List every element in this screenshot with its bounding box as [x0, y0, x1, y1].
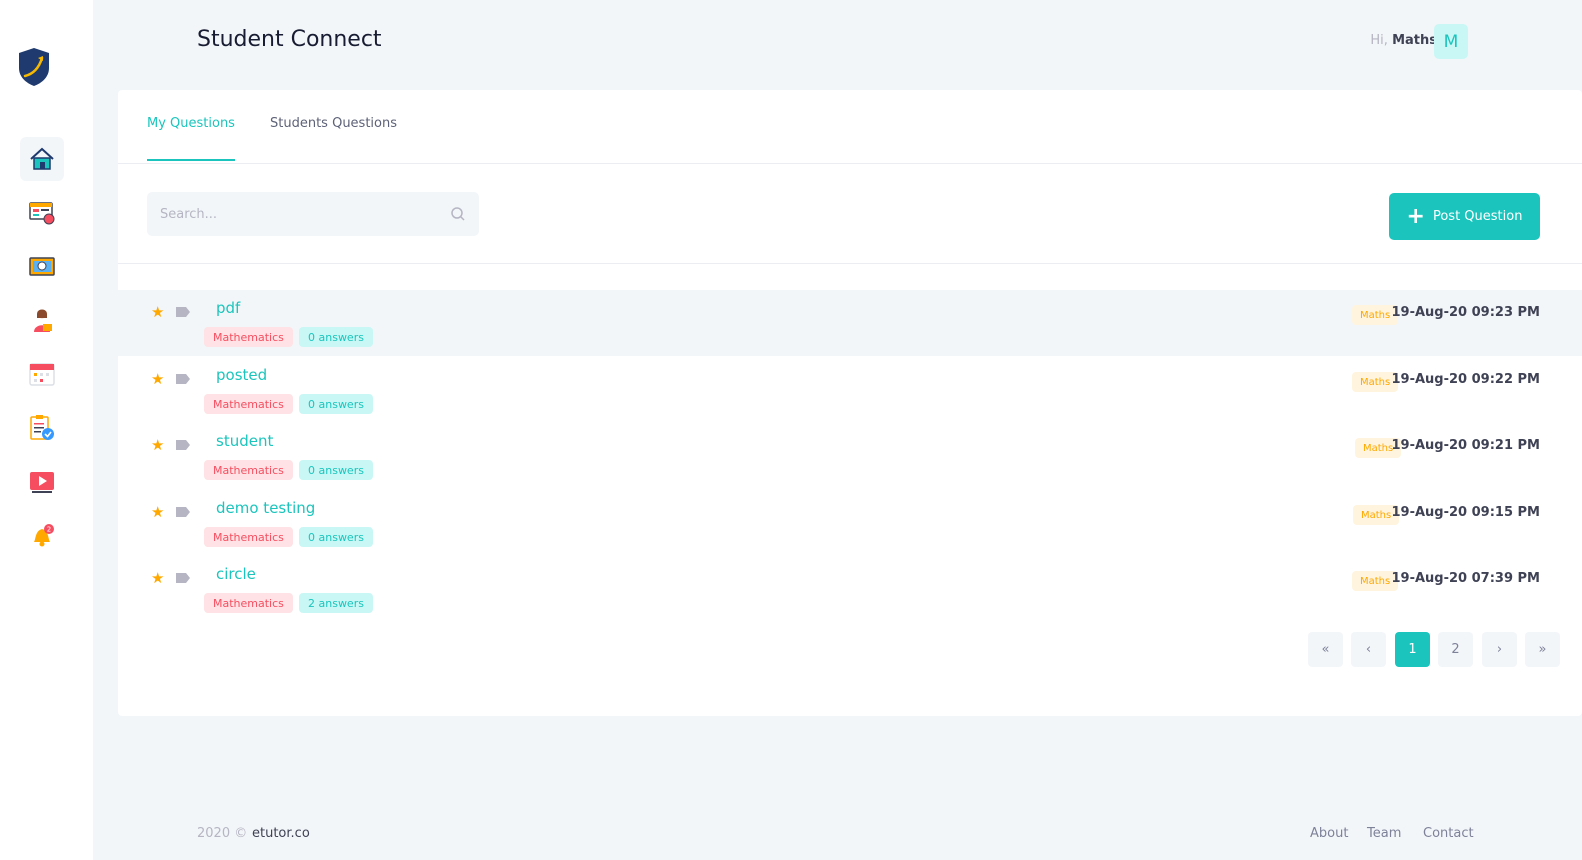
- star-icon[interactable]: ★: [151, 370, 164, 388]
- question-date: 19-Aug-20 09:23 PM: [1391, 305, 1541, 320]
- label-icon[interactable]: [176, 507, 190, 517]
- subject-badge: Mathematics: [204, 527, 293, 547]
- star-icon[interactable]: ★: [151, 303, 164, 321]
- question-row[interactable]: ★ circle Mathematics 2 answers Maths 19-…: [118, 556, 1582, 622]
- question-title[interactable]: demo testing: [216, 499, 315, 517]
- tutor-icon: [34, 309, 52, 332]
- label-icon[interactable]: [176, 573, 190, 583]
- question-row[interactable]: ★ demo testing Mathematics 0 answers Mat…: [118, 490, 1582, 556]
- subject-badge: Mathematics: [204, 593, 293, 613]
- nav-notifications[interactable]: 2: [20, 514, 64, 558]
- greeting-prefix: Hi,: [1370, 33, 1388, 48]
- footer-link-team[interactable]: Team: [1367, 826, 1401, 841]
- star-icon[interactable]: ★: [151, 569, 164, 587]
- post-question-label: Post Question: [1432, 209, 1523, 224]
- user-name: Maths: [1392, 33, 1437, 48]
- footer-link-contact[interactable]: Contact: [1423, 826, 1474, 841]
- home-icon: [30, 147, 54, 170]
- video-class-icon: [29, 257, 55, 276]
- footer-link-about[interactable]: About: [1310, 826, 1348, 841]
- divider: [118, 263, 1582, 264]
- question-row[interactable]: ★ posted Mathematics 0 answers Maths 19-…: [118, 357, 1582, 423]
- pagination-next-button[interactable]: ›: [1482, 632, 1517, 667]
- question-title[interactable]: student: [216, 432, 273, 450]
- question-date: 19-Aug-20 09:21 PM: [1391, 438, 1541, 453]
- youtube-icon: [30, 472, 54, 493]
- question-date: 19-Aug-20 09:15 PM: [1391, 505, 1541, 520]
- nav-videos[interactable]: [20, 460, 64, 504]
- bell-icon: 2: [34, 524, 54, 547]
- question-title[interactable]: pdf: [216, 299, 240, 317]
- post-question-button[interactable]: + Post Question: [1389, 193, 1540, 240]
- answers-badge: 2 answers: [299, 593, 373, 613]
- nav-dashboard[interactable]: [20, 190, 64, 234]
- question-title[interactable]: posted: [216, 366, 267, 384]
- star-icon[interactable]: ★: [151, 503, 164, 521]
- avatar[interactable]: M: [1434, 24, 1468, 59]
- answers-badge: 0 answers: [299, 527, 373, 547]
- label-icon[interactable]: [176, 440, 190, 450]
- question-row[interactable]: ★ pdf Mathematics 0 answers Maths 19-Aug…: [118, 290, 1582, 356]
- shield-logo-icon: [19, 48, 49, 86]
- pagination-prev-button[interactable]: ‹: [1351, 632, 1386, 667]
- tab-students-questions[interactable]: Students Questions: [270, 116, 397, 159]
- questions-card: My Questions Students Questions + Post Q…: [118, 90, 1582, 716]
- nav-video-class[interactable]: [20, 244, 64, 288]
- question-row[interactable]: ★ student Mathematics 0 answers Maths 19…: [118, 423, 1582, 489]
- question-title[interactable]: circle: [216, 565, 256, 583]
- question-date: 19-Aug-20 09:22 PM: [1391, 372, 1541, 387]
- subject-badge: Mathematics: [204, 460, 293, 480]
- answers-badge: 0 answers: [299, 460, 373, 480]
- search-icon[interactable]: [450, 206, 466, 222]
- label-icon[interactable]: [176, 374, 190, 384]
- sidebar: 2: [0, 0, 93, 860]
- calendar-icon: [29, 363, 55, 386]
- label-icon[interactable]: [176, 307, 190, 317]
- nav-tutor[interactable]: [20, 298, 64, 342]
- pagination-page-1[interactable]: 1: [1395, 632, 1430, 667]
- user-greeting[interactable]: Hi, Maths: [1370, 33, 1437, 48]
- subject-badge: Mathematics: [204, 394, 293, 414]
- subject-badge: Mathematics: [204, 327, 293, 347]
- nav-assignments[interactable]: [20, 406, 64, 450]
- plus-icon: +: [1406, 203, 1425, 229]
- nav-calendar[interactable]: [20, 352, 64, 396]
- dashboard-icon: [29, 202, 55, 225]
- tab-bar: My Questions Students Questions: [118, 90, 1582, 164]
- pagination-last-button[interactable]: »: [1525, 632, 1560, 667]
- answers-badge: 0 answers: [299, 394, 373, 414]
- assignment-icon: [30, 415, 54, 440]
- search-input[interactable]: [147, 192, 437, 236]
- tab-my-questions[interactable]: My Questions: [147, 116, 235, 161]
- page-title: Student Connect: [197, 27, 382, 52]
- star-icon[interactable]: ★: [151, 436, 164, 454]
- question-date: 19-Aug-20 07:39 PM: [1391, 571, 1541, 586]
- answers-badge: 0 answers: [299, 327, 373, 347]
- app-logo[interactable]: [16, 46, 52, 88]
- pagination-first-button[interactable]: «: [1308, 632, 1343, 667]
- footer-brand-link[interactable]: etutor.co: [252, 826, 310, 841]
- notification-count: 2: [47, 526, 51, 534]
- nav-home[interactable]: [20, 137, 64, 181]
- search-box: [147, 192, 479, 236]
- pagination-page-2[interactable]: 2: [1438, 632, 1473, 667]
- footer-copyright: 2020 ©: [197, 826, 248, 841]
